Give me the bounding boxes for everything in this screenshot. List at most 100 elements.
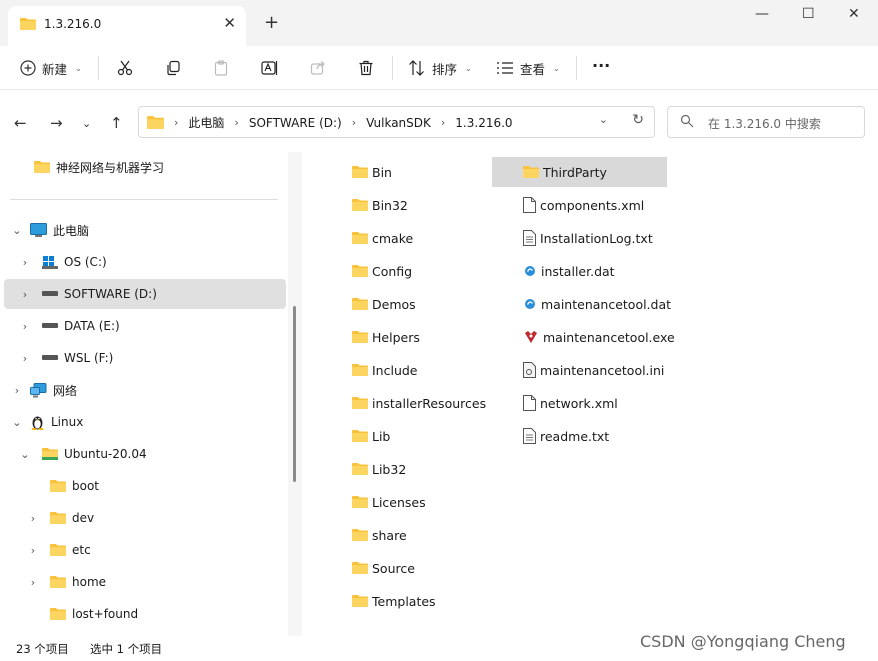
nav-item-linux[interactable]: ⌄ Linux — [10, 407, 286, 437]
chevron-right-icon[interactable]: › — [18, 288, 32, 301]
nav-item-ubuntu[interactable]: ⌄ Ubuntu-20.04 — [18, 439, 286, 469]
copy-button[interactable] — [165, 58, 181, 78]
close-window-button[interactable]: ✕ — [848, 6, 860, 22]
file-list-item[interactable]: ThirdParty — [492, 157, 667, 187]
crumb-version[interactable]: 1.3.216.0 — [455, 116, 512, 130]
file-list-item[interactable]: maintenancetool.exe — [492, 322, 675, 352]
folder-icon — [50, 543, 66, 557]
forward-arrow-icon[interactable]: → — [50, 114, 63, 132]
maximize-button[interactable]: ☐ — [802, 6, 815, 22]
nav-item-network[interactable]: › 网络 — [10, 375, 286, 405]
linux-distro-folder-icon — [42, 447, 58, 461]
network-icon — [30, 382, 47, 398]
file-list-item[interactable]: Templates — [352, 586, 532, 616]
share-button[interactable] — [310, 58, 326, 78]
share-icon — [310, 60, 326, 76]
nav-scrollbar-thumb[interactable] — [293, 306, 296, 482]
chevron-right-icon[interactable]: › — [18, 320, 32, 333]
chevron-right-icon: › — [174, 116, 179, 129]
folder-icon — [34, 160, 50, 174]
nav-item-label: lost+found — [72, 607, 139, 621]
chevron-down-icon[interactable]: ⌄ — [10, 224, 24, 237]
file-list-item[interactable]: Source — [352, 553, 532, 583]
nav-item-drive-d[interactable]: › SOFTWARE (D:) — [4, 279, 286, 309]
folder-icon — [352, 231, 368, 245]
new-tab-button[interactable]: + — [264, 12, 279, 33]
file-list-item[interactable]: components.xml — [492, 190, 667, 220]
file-list-item[interactable]: maintenancetool.ini — [492, 355, 667, 385]
nav-item-label: home — [72, 575, 107, 589]
chevron-right-icon[interactable]: › — [18, 256, 32, 269]
file-list-item[interactable]: network.xml — [492, 388, 667, 418]
folder-icon — [352, 165, 368, 179]
file-name: Helpers — [372, 329, 420, 345]
nav-item-lost-found[interactable]: lost+found — [36, 599, 286, 629]
file-name: InstallationLog.txt — [540, 230, 653, 246]
cut-button[interactable] — [117, 58, 133, 78]
chevron-right-icon[interactable]: › — [10, 384, 24, 397]
nav-item-label: OS (C:) — [64, 255, 107, 269]
folder-icon — [352, 594, 368, 608]
file-name: network.xml — [540, 395, 618, 411]
folder-icon — [20, 17, 36, 34]
nav-item-pinned[interactable]: 神经网络与机器学习 — [20, 152, 286, 182]
up-arrow-icon[interactable]: ↑ — [110, 114, 123, 132]
nav-item-drive-c[interactable]: › OS (C:) — [18, 247, 286, 277]
nav-item-dev[interactable]: › dev — [26, 503, 286, 533]
new-button[interactable]: 新建 ⌄ — [20, 58, 82, 78]
chevron-down-icon[interactable]: ⌄ — [10, 416, 24, 429]
title-bar: 1.3.216.0 ✕ + — ☐ ✕ — [0, 0, 878, 46]
search-icon — [680, 114, 694, 131]
drive-icon — [42, 323, 58, 329]
file-list-item[interactable]: InstallationLog.txt — [492, 223, 667, 253]
recent-locations-chevron-icon[interactable]: ⌄ — [82, 117, 91, 130]
file-list: Bin Bin32 cmake Config Demos Helpers Include in… — [302, 152, 878, 636]
nav-item-this-pc[interactable]: ⌄ 此电脑 — [10, 215, 286, 245]
watermark: CSDN @Yongqiang Cheng — [640, 632, 846, 651]
nav-item-etc[interactable]: › etc — [26, 535, 286, 565]
crumb-this-pc[interactable]: 此电脑 — [188, 114, 224, 131]
more-options-button[interactable]: ··· — [592, 55, 610, 75]
text-file-icon — [523, 428, 536, 444]
close-tab-icon[interactable]: ✕ — [223, 14, 236, 32]
file-list-item[interactable]: share — [352, 520, 532, 550]
nav-item-drive-f[interactable]: › WSL (F:) — [18, 343, 286, 373]
file-list-item[interactable]: Licenses — [352, 487, 532, 517]
minimize-button[interactable]: — — [755, 6, 769, 22]
tab-current[interactable]: 1.3.216.0 ✕ — [8, 6, 246, 46]
chevron-down-icon[interactable]: ⌄ — [18, 448, 32, 461]
nav-item-home[interactable]: › home — [26, 567, 286, 597]
chevron-right-icon[interactable]: › — [26, 544, 40, 557]
refresh-icon[interactable]: ↻ — [632, 112, 644, 128]
file-list-item[interactable]: readme.txt — [492, 421, 667, 451]
file-name: Include — [372, 362, 418, 378]
address-row: ← → ⌄ ↑ › 此电脑 › SOFTWARE (D:) › VulkanSD… — [0, 90, 878, 152]
chevron-down-icon: ⌄ — [75, 63, 82, 73]
nav-item-drive-e[interactable]: › DATA (E:) — [18, 311, 286, 341]
file-list-item[interactable]: maintenancetool.dat — [492, 289, 671, 319]
chevron-right-icon[interactable]: › — [18, 352, 32, 365]
address-bar[interactable]: › 此电脑 › SOFTWARE (D:) › VulkanSDK › 1.3.… — [138, 106, 655, 138]
crumb-vulkansdk[interactable]: VulkanSDK — [366, 116, 431, 130]
file-list-item[interactable]: Lib32 — [352, 454, 532, 484]
search-box[interactable]: 在 1.3.216.0 中搜索 — [667, 106, 865, 138]
view-button[interactable]: 查看 ⌄ — [496, 58, 560, 78]
nav-item-boot[interactable]: boot — [36, 471, 286, 501]
crumb-drive[interactable]: SOFTWARE (D:) — [249, 116, 342, 130]
view-label: 查看 — [520, 61, 546, 77]
sort-button[interactable]: 排序 ⌄ — [408, 58, 472, 78]
chevron-right-icon[interactable]: › — [26, 576, 40, 589]
back-arrow-icon[interactable]: ← — [14, 114, 27, 132]
file-list-item[interactable]: installer.dat — [492, 256, 667, 286]
plus-circle-icon — [20, 60, 36, 76]
chevron-right-icon[interactable]: › — [26, 512, 40, 525]
file-name: Licenses — [372, 494, 426, 510]
document-icon — [523, 197, 536, 213]
nav-item-label: etc — [72, 543, 91, 557]
nav-item-label: 神经网络与机器学习 — [56, 160, 165, 175]
paste-button[interactable] — [213, 58, 229, 78]
file-name: cmake — [372, 230, 414, 246]
delete-button[interactable] — [358, 58, 374, 78]
rename-button[interactable] — [261, 58, 279, 78]
address-history-chevron-icon[interactable]: ⌄ — [599, 113, 608, 126]
